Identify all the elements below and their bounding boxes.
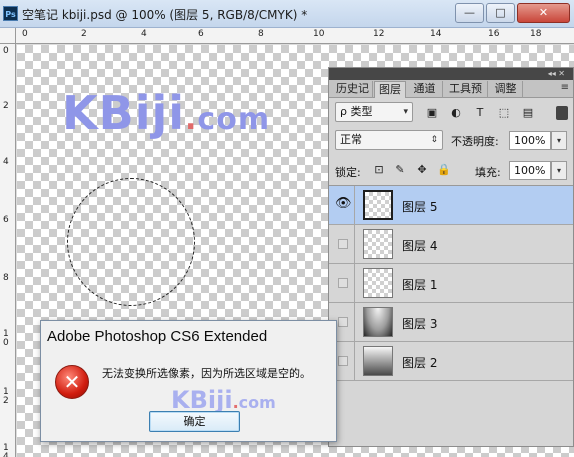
ruler-tick-label: 1 2 (3, 387, 9, 406)
ruler-tick-label: 6 (198, 29, 204, 39)
tab-tool-presets[interactable]: 工具预 (444, 81, 488, 98)
panel-header-strip[interactable]: ◂◂ ✕ (329, 68, 573, 80)
elliptical-selection-marquee[interactable] (67, 178, 195, 306)
panel-menu-icon[interactable]: ≡ (561, 82, 569, 93)
layer-name[interactable]: 图层 1 (402, 276, 437, 293)
ruler-tick-label: 16 (488, 29, 500, 39)
layer-row[interactable]: 图层 4 (329, 225, 573, 264)
layer-thumbnail[interactable] (363, 307, 393, 337)
opacity-dropdown-button[interactable]: ▾ (551, 131, 567, 150)
minimize-button[interactable]: — (455, 3, 484, 23)
ruler-tick-label: 8 (3, 273, 9, 283)
error-icon: ✕ (55, 365, 89, 399)
error-dialog: Adobe Photoshop CS6 Extended ✕ 无法变换所选像素，… (40, 320, 337, 442)
opacity-label: 不透明度: (451, 135, 499, 148)
panel-tabs: 历史记 图层 通道 工具预 调整 ≡ (329, 80, 573, 98)
ruler-vertical[interactable]: 0 2 4 6 8 1 0 1 2 1 4 (0, 44, 16, 457)
watermark-main: KBiji (171, 386, 233, 414)
chevron-updown-icon: ⇕ (430, 135, 438, 145)
hidden-box-icon (338, 356, 348, 366)
blend-mode-select[interactable]: 正常 ⇕ (335, 130, 443, 150)
ruler-tick-label: 4 (141, 29, 147, 39)
chevron-down-icon: ▾ (403, 107, 408, 117)
layer-thumbnail[interactable] (363, 190, 393, 220)
hidden-box-icon (338, 239, 348, 249)
visibility-toggle[interactable]: 👁 (329, 186, 355, 225)
hidden-box-icon (338, 317, 348, 327)
layer-name[interactable]: 图层 5 (402, 198, 437, 215)
lock-label: 锁定: (335, 166, 361, 179)
watermark-com: com (238, 393, 276, 412)
layer-name[interactable]: 图层 2 (402, 354, 437, 371)
fill-dropdown-button[interactable]: ▾ (551, 161, 567, 180)
tab-history[interactable]: 历史记 (333, 81, 373, 98)
ruler-tick-label: 1 0 (3, 329, 9, 348)
ruler-tick-label: 0 (3, 46, 9, 56)
layer-filter-select[interactable]: ρ 类型 ▾ (335, 102, 413, 122)
lock-all-icon[interactable]: 🔒 (437, 163, 451, 177)
ok-button[interactable]: 确定 (149, 411, 240, 432)
dialog-message: 无法变换所选像素，因为所选区域是空的。 (102, 367, 311, 380)
ruler-tick-label: 0 (22, 29, 28, 39)
ruler-tick-label: 8 (258, 29, 264, 39)
fill-label: 填充: (475, 166, 501, 179)
ruler-tick-label: 4 (3, 157, 9, 167)
layers-panel: ◂◂ ✕ 历史记 图层 通道 工具预 调整 ≡ ρ 类型 ▾ ▣ ◐ T ⬚ ▤… (328, 67, 574, 447)
type-filter-icon[interactable]: T (473, 106, 487, 120)
logo-dot: . (185, 102, 198, 137)
layer-thumbnail[interactable] (363, 346, 393, 376)
logo-main: KBiji (62, 86, 186, 140)
ruler-tick-label: 6 (3, 215, 9, 225)
maximize-button[interactable]: □ (486, 3, 515, 23)
ruler-tick-label: 12 (373, 29, 385, 39)
visibility-toggle[interactable] (329, 225, 355, 264)
blend-mode-value: 正常 (340, 133, 362, 146)
tab-layers[interactable]: 图层 (374, 81, 406, 98)
adjustment-filter-icon[interactable]: ◐ (449, 106, 463, 120)
eye-icon: 👁 (335, 196, 352, 211)
lock-position-icon[interactable]: ✥ (415, 163, 429, 177)
layer-thumbnail[interactable] (363, 268, 393, 298)
collapse-icon[interactable]: ◂◂ ✕ (548, 68, 565, 80)
layers-list: 👁 图层 5 图层 4 图层 1 图层 3 图层 2 (329, 185, 573, 381)
ruler-tick-label: 18 (530, 29, 542, 39)
lock-image-pixels-icon[interactable]: ✎ (393, 163, 407, 177)
layer-filter-value: ρ 类型 (340, 105, 373, 118)
fill-input[interactable]: 100% (509, 161, 551, 180)
photoshop-app-icon[interactable]: Ps (3, 6, 18, 21)
hidden-box-icon (338, 278, 348, 288)
layer-row[interactable]: 图层 3 (329, 303, 573, 342)
tab-channels[interactable]: 通道 (407, 81, 443, 98)
tab-adjustments[interactable]: 调整 (489, 81, 523, 98)
ruler-tick-label: 2 (3, 101, 9, 111)
ruler-tick-label: 14 (430, 29, 442, 39)
layer-name[interactable]: 图层 3 (402, 315, 437, 332)
ruler-tick-label: 2 (81, 29, 87, 39)
window-title: 空笔记 kbiji.psd @ 100% (图层 5, RGB/8/CMYK) … (22, 8, 308, 22)
layer-row[interactable]: 图层 2 (329, 342, 573, 381)
visibility-toggle[interactable] (329, 264, 355, 303)
layer-thumbnail[interactable] (363, 229, 393, 259)
ruler-tick-label: 10 (313, 29, 325, 39)
ruler-horizontal[interactable]: 0 2 4 6 8 10 12 14 16 18 (16, 28, 574, 44)
lock-transparent-pixels-icon[interactable]: ⊡ (372, 163, 386, 177)
watermark-logo: KBiji.com (171, 386, 276, 414)
pixel-filter-icon[interactable]: ▣ (425, 106, 439, 120)
ruler-tick-label: 1 4 (3, 443, 9, 457)
dialog-title: Adobe Photoshop CS6 Extended (47, 328, 268, 345)
layer-row[interactable]: 👁 图层 5 (329, 186, 573, 225)
logo-com: com (197, 102, 271, 137)
smart-object-filter-icon[interactable]: ▤ (521, 106, 535, 120)
canvas-logo-text: KBiji.com (62, 86, 270, 140)
window-titlebar: Ps 空笔记 kbiji.psd @ 100% (图层 5, RGB/8/CMY… (0, 0, 574, 28)
shape-filter-icon[interactable]: ⬚ (497, 106, 511, 120)
layer-name[interactable]: 图层 4 (402, 237, 437, 254)
opacity-input[interactable]: 100% (509, 131, 551, 150)
ruler-origin[interactable] (0, 28, 16, 44)
close-button[interactable]: ✕ (517, 3, 570, 23)
filter-toggle-switch[interactable] (556, 106, 568, 120)
layer-row[interactable]: 图层 1 (329, 264, 573, 303)
